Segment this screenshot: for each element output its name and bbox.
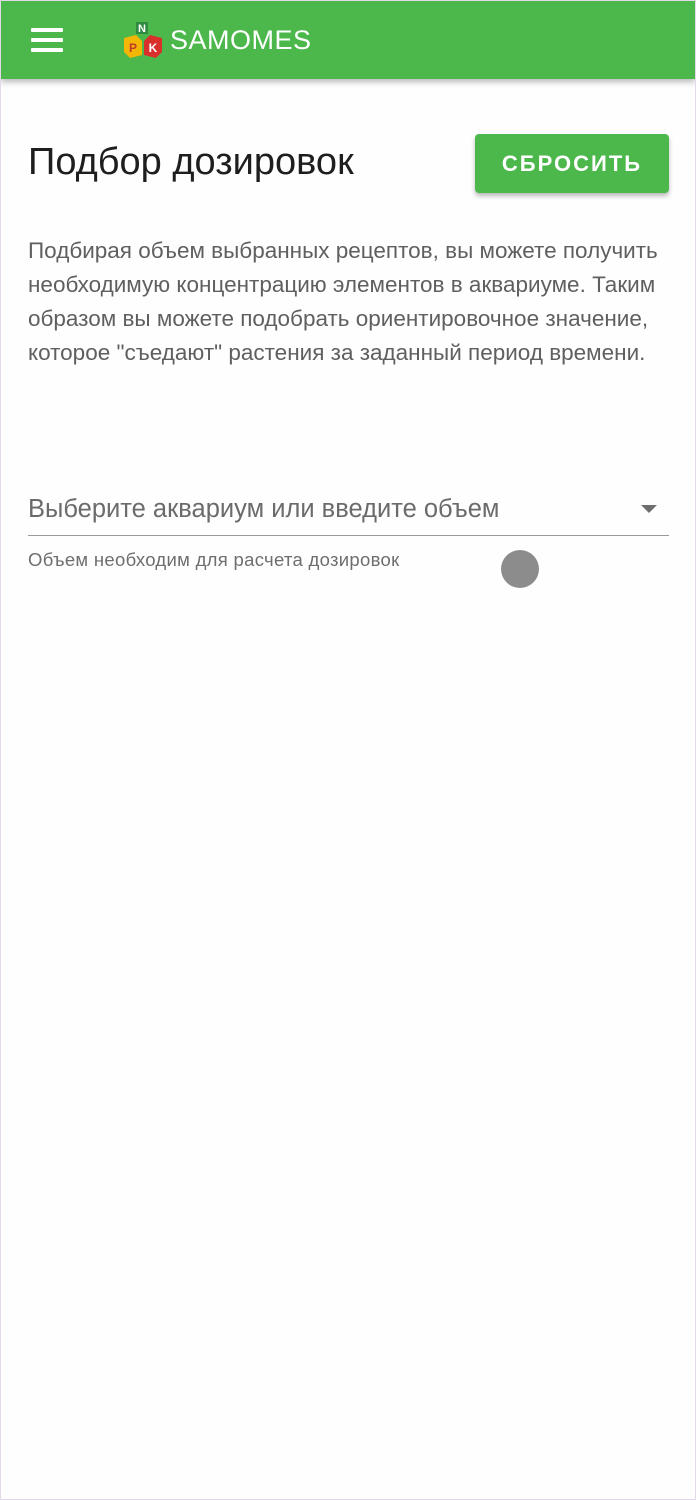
reset-button[interactable]: СБРОСИТЬ	[475, 134, 669, 193]
npk-logo: N P K	[124, 22, 162, 58]
aquarium-select[interactable]: Выберите аквариум или введите объем	[28, 487, 669, 536]
menu-icon[interactable]	[21, 18, 75, 62]
logo-letter-p: P	[129, 41, 137, 55]
menu-icon-line	[31, 48, 63, 52]
dropdown-arrow-icon[interactable]	[641, 505, 657, 513]
menu-icon-line	[31, 28, 63, 32]
app-bar: N P K SAMOMES	[1, 1, 695, 79]
screen: N P K SAMOMES Подбор дозировок СБРОСИТЬ …	[0, 0, 696, 1500]
touch-indicator	[501, 550, 539, 588]
logo-letter-n: N	[138, 23, 146, 35]
page-description: Подбирая объем выбранных рецептов, вы мо…	[28, 238, 658, 365]
aquarium-select-helper: Объем необходим для расчета дозировок	[28, 549, 400, 570]
menu-icon-line	[31, 38, 63, 42]
logo-letter-k: K	[149, 41, 158, 55]
page-title: Подбор дозировок	[28, 141, 354, 183]
app-title: SAMOMES	[170, 25, 312, 55]
aquarium-select-placeholder: Выберите аквариум или введите объем	[28, 495, 500, 523]
